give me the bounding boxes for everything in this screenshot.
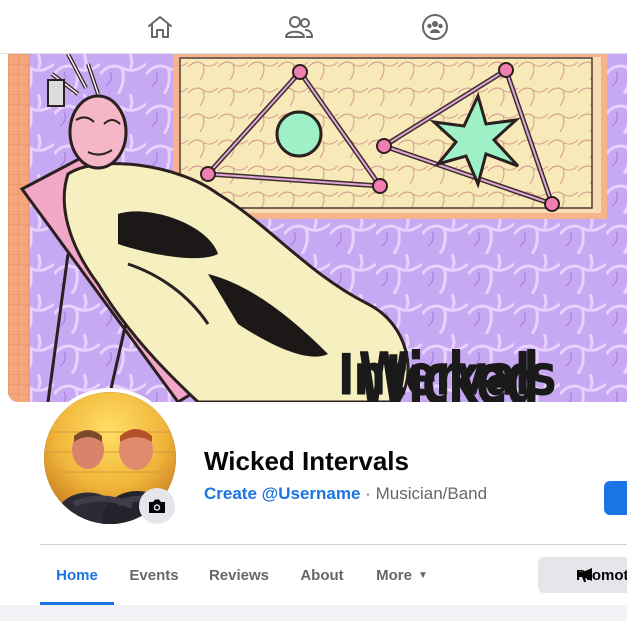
tab-more[interactable]: More ▼ bbox=[370, 545, 434, 605]
content-area-edge bbox=[0, 605, 627, 621]
page-title: Wicked Intervals bbox=[204, 446, 409, 476]
cover-art-title-line2: Intervals bbox=[338, 343, 555, 402]
tab-about[interactable]: About bbox=[290, 545, 354, 605]
tab-reviews[interactable]: Reviews bbox=[202, 545, 276, 605]
tab-events[interactable]: Events bbox=[120, 545, 188, 605]
tab-label: Home bbox=[56, 566, 98, 584]
tab-label: Events bbox=[129, 566, 179, 584]
create-username-link[interactable]: Create @Username bbox=[204, 484, 360, 503]
megaphone-icon bbox=[579, 568, 592, 582]
groups-icon[interactable] bbox=[420, 12, 450, 42]
page-category: Musician/Band bbox=[375, 484, 488, 503]
tab-label: More bbox=[376, 566, 412, 584]
caret-down-icon: ▼ bbox=[417, 569, 428, 581]
tab-label: About bbox=[300, 566, 344, 584]
top-nav-bar bbox=[0, 0, 627, 54]
friends-icon[interactable] bbox=[284, 12, 314, 42]
tab-label: Reviews bbox=[208, 566, 270, 584]
primary-action-button[interactable] bbox=[604, 481, 627, 515]
camera-icon bbox=[149, 499, 165, 513]
update-profile-photo-button[interactable] bbox=[139, 488, 175, 524]
cover-photo[interactable]: Wicked Intervals bbox=[8, 54, 627, 402]
separator: · bbox=[365, 484, 371, 503]
home-icon[interactable] bbox=[145, 12, 175, 42]
tab-home[interactable]: Home bbox=[40, 545, 114, 605]
page-subline: Create @Username · Musician/Band bbox=[204, 484, 487, 504]
promote-button[interactable]: Promote bbox=[538, 557, 627, 593]
